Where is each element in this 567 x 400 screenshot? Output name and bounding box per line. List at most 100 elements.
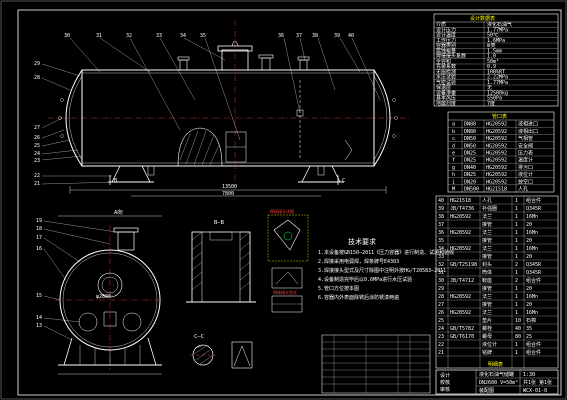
nozzle-purpose: 液相进口 xyxy=(518,121,538,128)
parts-row-qty: 1 xyxy=(515,206,518,212)
title-drawing-no: WCX-01-0 xyxy=(523,388,547,394)
parts-row-name: 封头 xyxy=(482,261,492,268)
nozzle-size: DN40 xyxy=(464,165,476,171)
engineering-drawing-sheet: 13500 7800 B C 30 31 32 33 34 35 36 37 3… xyxy=(0,0,567,400)
parts-row-std: GB/T6170 xyxy=(450,334,474,340)
callout-25: 25 xyxy=(34,143,40,149)
nozzle-standard: HG20592 xyxy=(486,172,507,178)
callout-32: 32 xyxy=(126,33,132,39)
parts-row-no: 23 xyxy=(438,334,444,340)
parts-row-material: 20 xyxy=(526,222,532,228)
callout-19: 19 xyxy=(36,218,42,224)
parts-row-material: 16Mn xyxy=(526,310,538,316)
title-scale: 1:30 xyxy=(523,372,535,378)
callout-38: 38 xyxy=(312,33,318,39)
dim-diameter: φ2600 xyxy=(96,294,111,300)
nozzle-size: DN80 xyxy=(464,129,476,135)
parts-row-name: 接管 xyxy=(482,253,492,260)
parts-row-no: 21 xyxy=(438,350,444,356)
parts-row-name: 鞍座 xyxy=(482,277,492,284)
parts-row-qty: 1 xyxy=(515,238,518,244)
parts-row-name: 接管 xyxy=(482,237,492,244)
parts-row-std: GB/T5782 xyxy=(450,326,474,332)
nozzle-standard: HG21518 xyxy=(486,187,507,193)
dim-overall-length: 13500 xyxy=(222,184,237,190)
tech-req-line-6: 6.容器内外表面除锈后涂防锈漆两遍 xyxy=(318,294,399,301)
nozzle-table: a DN80 HG20592 液相进口 b DN80 HG20592 液相出口 c DN50 HG2… xyxy=(447,111,555,193)
nozzle-mark: g xyxy=(452,165,455,171)
parts-row-no: 26 xyxy=(438,310,444,316)
nozzle-mark: a xyxy=(452,122,455,128)
view-title-a: A向 xyxy=(114,208,123,216)
nozzle-table-title: 管口表 xyxy=(492,113,507,120)
nozzle-standard: HG20592 xyxy=(486,122,507,128)
parts-row-no: 37 xyxy=(438,222,444,228)
nozzle-size: DN25 xyxy=(464,158,476,164)
callout-29: 29 xyxy=(34,61,40,67)
lower-parts-table xyxy=(321,334,431,394)
parts-row-no: 36 xyxy=(438,230,444,236)
nozzle-mark: i xyxy=(452,179,455,185)
weld-details xyxy=(267,214,309,313)
nozzle-size: DN50 xyxy=(464,136,476,142)
nozzle-purpose: 安全阀 xyxy=(518,142,533,149)
parts-row-qty: 2 xyxy=(515,278,518,284)
section-c-c xyxy=(190,341,253,369)
parts-row-no: 40 xyxy=(438,198,444,204)
callout-39: 39 xyxy=(334,33,340,39)
design-data-table: 介质 液化石油气设计压力 1.77MPa设计温度 50℃工作压力 1.6MPa容器类别 Ⅲ… xyxy=(433,13,559,107)
parts-row-qty: 1 xyxy=(515,302,518,308)
parts-row-qty: 1 xyxy=(515,350,518,356)
design-row-label: 地震烈度 xyxy=(436,100,456,107)
nozzle-size: DN20 xyxy=(464,179,476,185)
title-approver: 审核 xyxy=(440,386,450,393)
parts-row-no: 30 xyxy=(438,278,444,284)
parts-row-material: 16Mn xyxy=(526,230,538,236)
tech-requirements: 技术要求 1.本设备按GB150—2011《压力容器》进行制造、试验和验收 2.… xyxy=(318,237,454,301)
parts-list: 40 HG21518 人孔 1 组合件 39 JB/T4736 补强圈 1 Q345R 38 HG20… xyxy=(435,195,559,369)
parts-row-qty: 1 xyxy=(515,294,518,300)
callout-27: 27 xyxy=(34,125,40,131)
parts-row-material: 35 xyxy=(526,326,532,332)
parts-row-qty: 1 xyxy=(515,286,518,292)
parts-row-name: 接管 xyxy=(482,301,492,308)
callout-33: 33 xyxy=(156,33,162,39)
parts-row-std: HG20592 xyxy=(450,214,471,220)
nozzle-purpose: 排污口 xyxy=(518,164,533,171)
nozzle-purpose: 液相出口 xyxy=(518,128,538,135)
tech-req-line-5: 5.管口方位按本图 xyxy=(318,285,359,292)
parts-row-qty: 1 xyxy=(515,254,518,260)
parts-row-material: 16Mn xyxy=(526,294,538,300)
nozzle-size: DN25 xyxy=(464,151,476,157)
title-drawing-name: 液化石油气储罐 xyxy=(479,371,514,378)
callout-22: 22 xyxy=(34,173,40,179)
parts-row-no: 31 xyxy=(438,270,444,276)
parts-row-material: 25 xyxy=(526,334,532,340)
nozzle-purpose: 液位计 xyxy=(518,171,533,178)
callout-26: 26 xyxy=(34,135,40,141)
design-row-value: 7度 xyxy=(487,100,495,107)
parts-row-material: 16Mn xyxy=(526,214,538,220)
nozzle-size: DN80 xyxy=(464,122,476,128)
nozzle-mark: e xyxy=(452,151,455,157)
parts-row-no: 35 xyxy=(438,238,444,244)
parts-row-material: Q345R xyxy=(526,262,542,268)
nozzle-size: DN500 xyxy=(464,187,479,193)
nozzle-standard: HG20592 xyxy=(486,165,507,171)
callout-36: 36 xyxy=(278,33,284,39)
title-designer: 设计 xyxy=(440,372,450,379)
parts-row-qty: 40 xyxy=(515,326,521,332)
nozzle-size: DN25 xyxy=(464,172,476,178)
parts-row-name: 法兰 xyxy=(482,309,492,316)
tech-req-line-2: 2.焊接采用电弧焊，焊条牌号E4303 xyxy=(318,258,399,265)
callout-21: 21 xyxy=(34,181,40,187)
parts-row-material: Q345R xyxy=(526,206,542,212)
parts-row-std: HG20592 xyxy=(450,294,471,300)
callout-23: 23 xyxy=(34,158,40,164)
parts-row-name: 法兰 xyxy=(482,229,492,236)
nozzle-standard: HG20592 xyxy=(486,129,507,135)
callout-14: 14 xyxy=(36,315,42,321)
nozzle-mark: f xyxy=(452,158,455,164)
parts-row-material: 20 xyxy=(526,302,532,308)
parts-row-name: 补强圈 xyxy=(482,205,497,212)
